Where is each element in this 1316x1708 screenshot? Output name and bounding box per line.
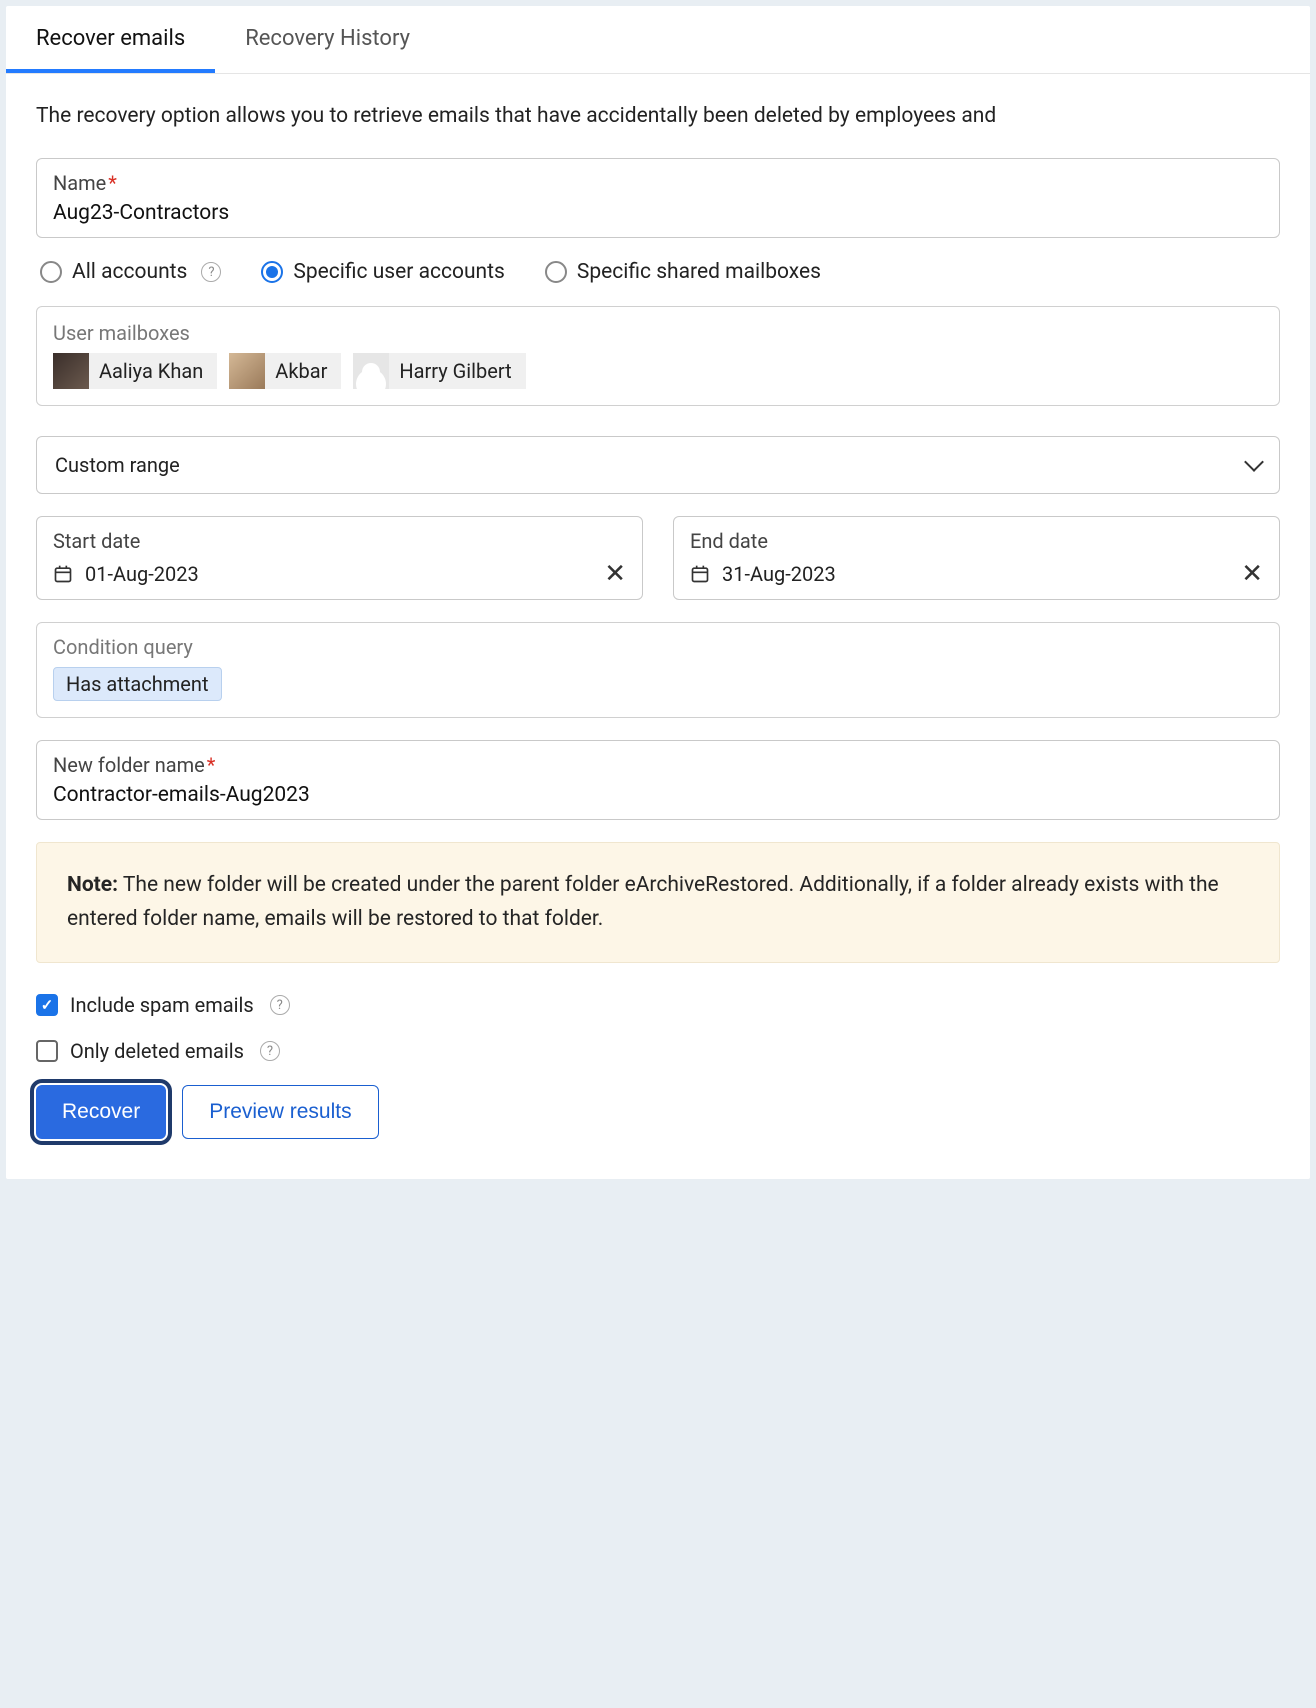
start-date-field[interactable]: Start date 01-Aug-2023 ✕ (36, 516, 643, 600)
avatar-icon (53, 353, 89, 389)
condition-label: Condition query (53, 635, 1263, 659)
chip-name: Aaliya Khan (99, 359, 203, 383)
folder-name-value[interactable]: Contractor-emails-Aug2023 (53, 783, 1263, 807)
name-label: Name* (53, 171, 1263, 195)
date-range-select[interactable]: Custom range (36, 436, 1280, 494)
chip-name: Akbar (275, 359, 327, 383)
mailbox-chips: Aaliya Khan Akbar Harry Gilbert (53, 353, 1263, 389)
avatar-icon (353, 353, 389, 389)
radio-icon (545, 261, 567, 283)
checkbox-icon (36, 1040, 58, 1062)
mailbox-chip[interactable]: Aaliya Khan (53, 353, 217, 389)
preview-results-button[interactable]: Preview results (182, 1085, 378, 1139)
scope-radio-group: All accounts ? Specific user accounts Sp… (36, 260, 1280, 284)
radio-label: Specific shared mailboxes (577, 260, 821, 284)
folder-name-label: New folder name* (53, 753, 1263, 777)
radio-label: Specific user accounts (293, 260, 504, 284)
mailbox-chip[interactable]: Akbar (229, 353, 341, 389)
user-mailboxes-box[interactable]: User mailboxes Aaliya Khan Akbar Harry G… (36, 306, 1280, 406)
name-label-text: Name (53, 171, 106, 195)
calendar-icon (690, 564, 710, 584)
radio-specific-users[interactable]: Specific user accounts (261, 260, 504, 284)
tabs-bar: Recover emails Recovery History (6, 6, 1310, 74)
checkbox-icon: ✓ (36, 994, 58, 1016)
required-asterisk: * (108, 171, 117, 195)
note-prefix: Note: (67, 873, 118, 897)
end-date-label: End date (690, 529, 1263, 553)
end-date-value: 31-Aug-2023 (722, 562, 836, 586)
clear-start-date-icon[interactable]: ✕ (604, 561, 626, 587)
date-range-row: Start date 01-Aug-2023 ✕ End date 31-Aug… (36, 516, 1280, 600)
radio-icon (261, 261, 283, 283)
condition-query-field[interactable]: Condition query Has attachment (36, 622, 1280, 718)
recover-emails-panel: Recover emails Recovery History The reco… (6, 6, 1310, 1179)
checkbox-label: Include spam emails (70, 993, 254, 1017)
radio-label: All accounts (72, 260, 187, 284)
tab-recover-emails[interactable]: Recover emails (6, 6, 215, 73)
avatar-icon (229, 353, 265, 389)
tab-recovery-history[interactable]: Recovery History (215, 6, 440, 73)
only-deleted-checkbox[interactable]: Only deleted emails ? (36, 1039, 1280, 1063)
include-spam-checkbox[interactable]: ✓ Include spam emails ? (36, 993, 1280, 1017)
chevron-down-icon (1244, 452, 1264, 472)
note-box: Note: The new folder will be created und… (36, 842, 1280, 963)
checkbox-label: Only deleted emails (70, 1039, 244, 1063)
clear-end-date-icon[interactable]: ✕ (1241, 561, 1263, 587)
mailboxes-label: User mailboxes (53, 321, 1263, 345)
new-folder-name-field[interactable]: New folder name* Contractor-emails-Aug20… (36, 740, 1280, 820)
radio-all-accounts[interactable]: All accounts ? (40, 260, 221, 284)
help-icon[interactable]: ? (270, 995, 290, 1015)
end-date-field[interactable]: End date 31-Aug-2023 ✕ (673, 516, 1280, 600)
required-asterisk: * (207, 753, 216, 777)
description-text: The recovery option allows you to retrie… (36, 104, 1280, 128)
radio-specific-shared[interactable]: Specific shared mailboxes (545, 260, 821, 284)
radio-icon (40, 261, 62, 283)
help-icon[interactable]: ? (260, 1041, 280, 1061)
calendar-icon (53, 564, 73, 584)
help-icon[interactable]: ? (201, 262, 221, 282)
mailbox-chip[interactable]: Harry Gilbert (353, 353, 525, 389)
name-value[interactable]: Aug23-Contractors (53, 201, 1263, 225)
condition-chip[interactable]: Has attachment (53, 667, 222, 701)
start-date-label: Start date (53, 529, 626, 553)
folder-name-label-text: New folder name (53, 753, 205, 777)
recover-button[interactable]: Recover (36, 1085, 166, 1139)
chip-name: Harry Gilbert (399, 359, 511, 383)
form-content: The recovery option allows you to retrie… (6, 74, 1310, 1179)
name-field[interactable]: Name* Aug23-Contractors (36, 158, 1280, 238)
note-text: The new folder will be created under the… (67, 873, 1219, 931)
select-value: Custom range (55, 453, 180, 477)
start-date-value: 01-Aug-2023 (85, 562, 199, 586)
action-buttons: Recover Preview results (36, 1085, 1280, 1139)
